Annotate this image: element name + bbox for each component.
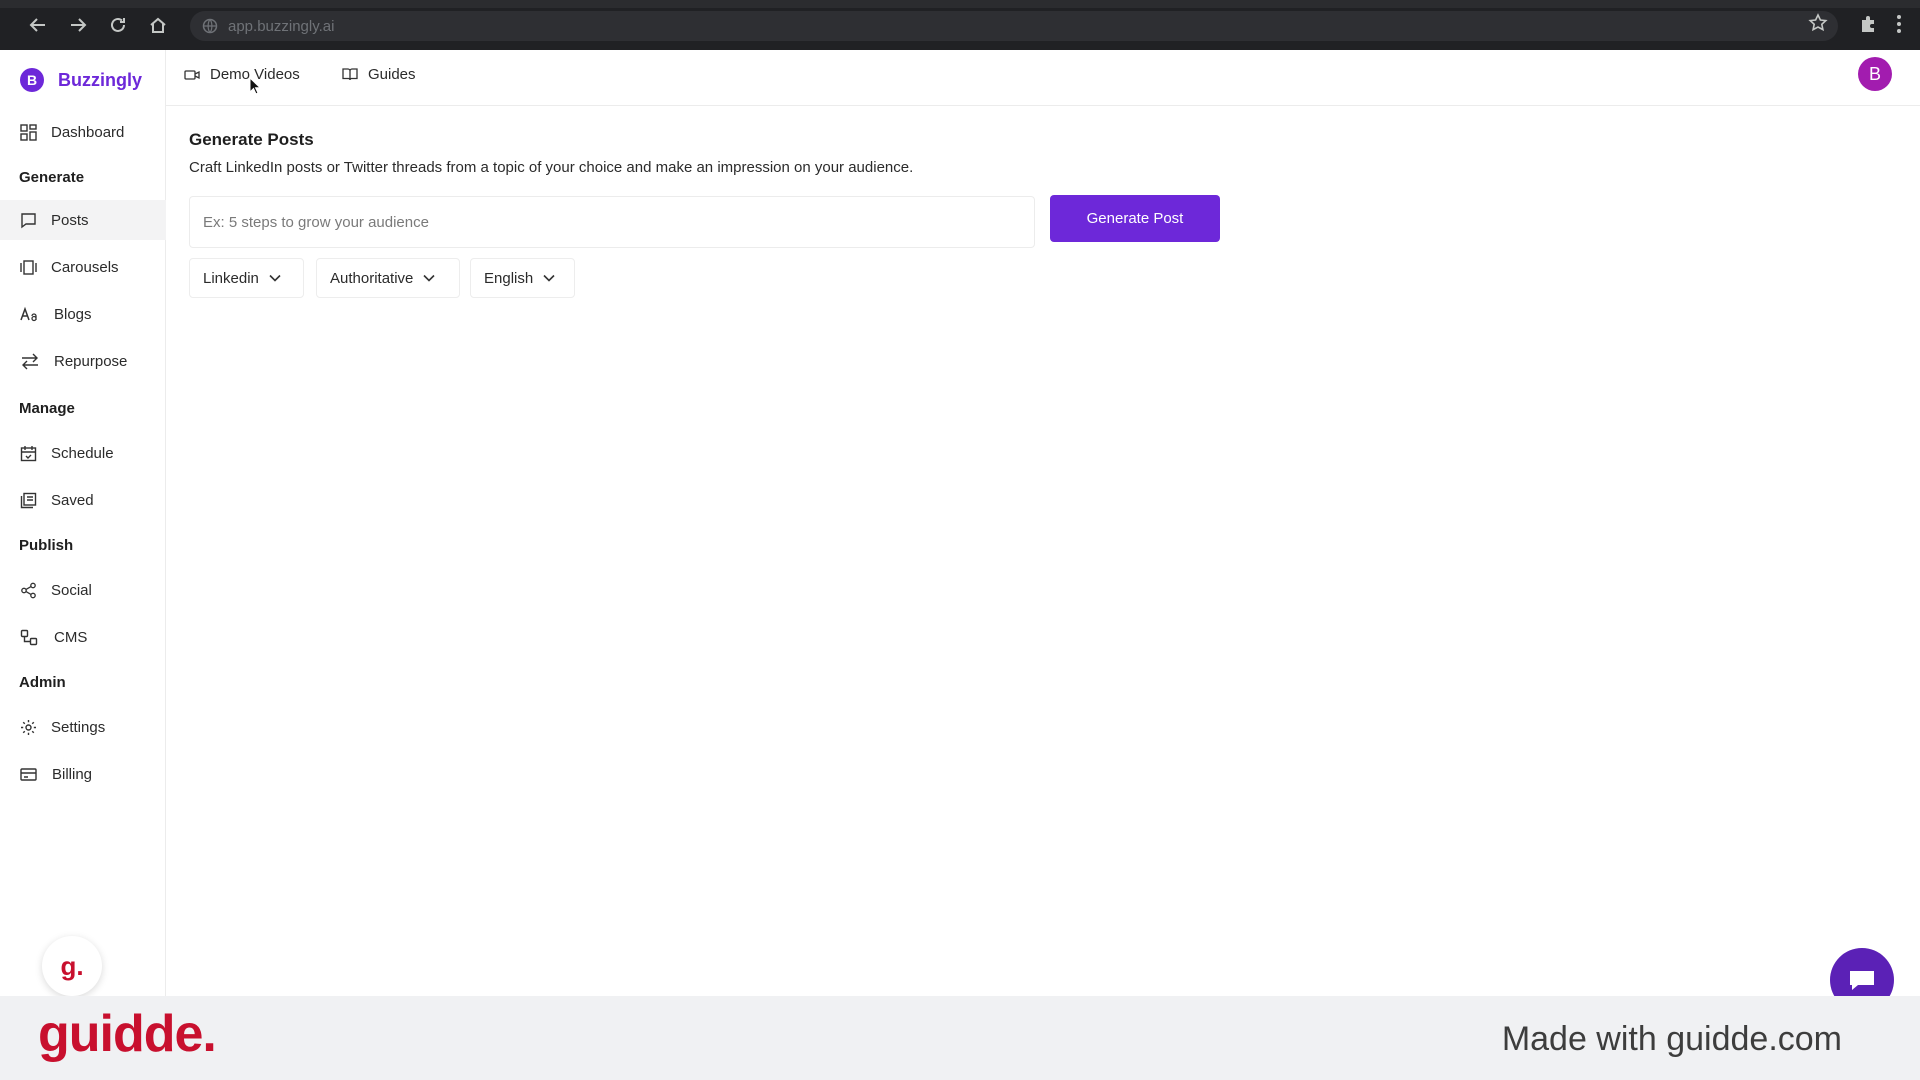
topic-input[interactable] — [189, 196, 1035, 248]
sidebar: B Buzzingly Dashboard Generate Posts Car… — [0, 50, 166, 996]
platform-select[interactable]: Linkedin — [189, 258, 304, 298]
chevron-down-icon — [543, 274, 555, 282]
guides-label: Guides — [368, 66, 416, 83]
text-type-icon — [20, 306, 37, 321]
sidebar-item-cms[interactable]: CMS — [0, 617, 166, 657]
workflow-icon — [20, 629, 38, 645]
sidebar-item-label: Settings — [51, 718, 106, 736]
site-info-icon[interactable] — [202, 18, 218, 39]
carousel-icon — [20, 259, 37, 275]
library-icon — [20, 492, 37, 508]
sidebar-item-label: Billing — [52, 765, 93, 783]
chevron-down-icon — [423, 274, 435, 282]
sidebar-item-repurpose[interactable]: Repurpose — [0, 341, 166, 381]
sidebar-item-saved[interactable]: Saved — [0, 480, 166, 520]
brand-logo: B — [20, 68, 44, 92]
repeat-arrows-icon — [22, 353, 38, 369]
generate-post-button[interactable]: Generate Post — [1050, 195, 1220, 242]
section-heading-manage: Manage — [19, 400, 75, 417]
url-text: app.buzzingly.ai — [228, 18, 335, 35]
user-avatar[interactable]: B — [1858, 57, 1892, 91]
chat-icon — [1850, 971, 1874, 990]
guides-link[interactable]: Guides — [342, 66, 416, 83]
page-description: Craft LinkedIn posts or Twitter threads … — [189, 159, 914, 176]
browser-menu-icon[interactable] — [1895, 13, 1903, 40]
sidebar-item-settings[interactable]: Settings — [0, 707, 166, 747]
guidde-logo: guidde. — [38, 1005, 217, 1063]
sidebar-item-label: Posts — [51, 211, 89, 229]
extensions-puzzle-icon[interactable] — [1858, 13, 1880, 40]
video-camera-icon — [184, 69, 200, 80]
section-heading-admin: Admin — [19, 674, 66, 691]
tone-select-value: Authoritative — [330, 269, 414, 287]
home-icon[interactable] — [146, 13, 170, 37]
guidde-badge[interactable]: g. — [42, 936, 102, 996]
reload-icon[interactable] — [106, 13, 130, 37]
mouse-cursor-icon — [249, 76, 262, 100]
language-select[interactable]: English — [470, 258, 575, 298]
sidebar-item-label: Saved — [51, 491, 94, 509]
calendar-icon — [20, 445, 37, 461]
share-icon — [21, 582, 36, 598]
brand-name: Buzzingly — [58, 69, 142, 90]
demo-videos-link[interactable]: Demo Videos — [184, 66, 300, 83]
section-heading-generate: Generate — [19, 169, 85, 186]
made-with-text: Made with guidde.com — [1501, 1020, 1842, 1058]
sidebar-item-label: Dashboard — [51, 123, 125, 141]
book-open-icon — [342, 68, 358, 81]
sidebar-item-label: CMS — [54, 628, 88, 646]
page-title: Generate Posts — [189, 130, 314, 149]
brand[interactable]: B Buzzingly — [20, 68, 142, 92]
browser-toolbar: app.buzzingly.ai — [0, 0, 1920, 50]
billing-card-icon — [20, 767, 37, 781]
back-icon[interactable] — [26, 13, 50, 37]
sidebar-item-posts[interactable]: Posts — [0, 200, 166, 240]
sidebar-item-blogs[interactable]: Blogs — [0, 294, 166, 334]
section-heading-publish: Publish — [19, 537, 74, 554]
chevron-down-icon — [269, 274, 281, 282]
top-navigation: Demo Videos Guides — [166, 50, 1920, 106]
sidebar-item-label: Blogs — [54, 305, 92, 323]
message-square-icon — [21, 212, 36, 228]
sidebar-item-schedule[interactable]: Schedule — [0, 433, 166, 473]
browser-tab-strip — [0, 0, 1920, 8]
guidde-footer: guidde. Made with guidde.com — [0, 996, 1920, 1080]
sidebar-item-label: Repurpose — [54, 352, 128, 370]
sidebar-item-label: Schedule — [51, 444, 114, 462]
sidebar-item-dashboard[interactable]: Dashboard — [0, 112, 166, 152]
sidebar-item-carousels[interactable]: Carousels — [0, 247, 166, 287]
address-bar[interactable]: app.buzzingly.ai — [190, 11, 1838, 41]
sidebar-item-social[interactable]: Social — [0, 570, 166, 610]
dashboard-icon — [20, 123, 37, 141]
sidebar-item-billing[interactable]: Billing — [0, 754, 166, 794]
platform-select-value: Linkedin — [203, 269, 259, 287]
bookmark-star-icon[interactable] — [1808, 13, 1828, 38]
sidebar-item-label: Carousels — [51, 258, 119, 276]
tone-select[interactable]: Authoritative — [316, 258, 460, 298]
forward-icon[interactable] — [66, 13, 90, 37]
sidebar-item-label: Social — [51, 581, 92, 599]
language-select-value: English — [484, 269, 534, 287]
gear-icon — [21, 719, 36, 735]
